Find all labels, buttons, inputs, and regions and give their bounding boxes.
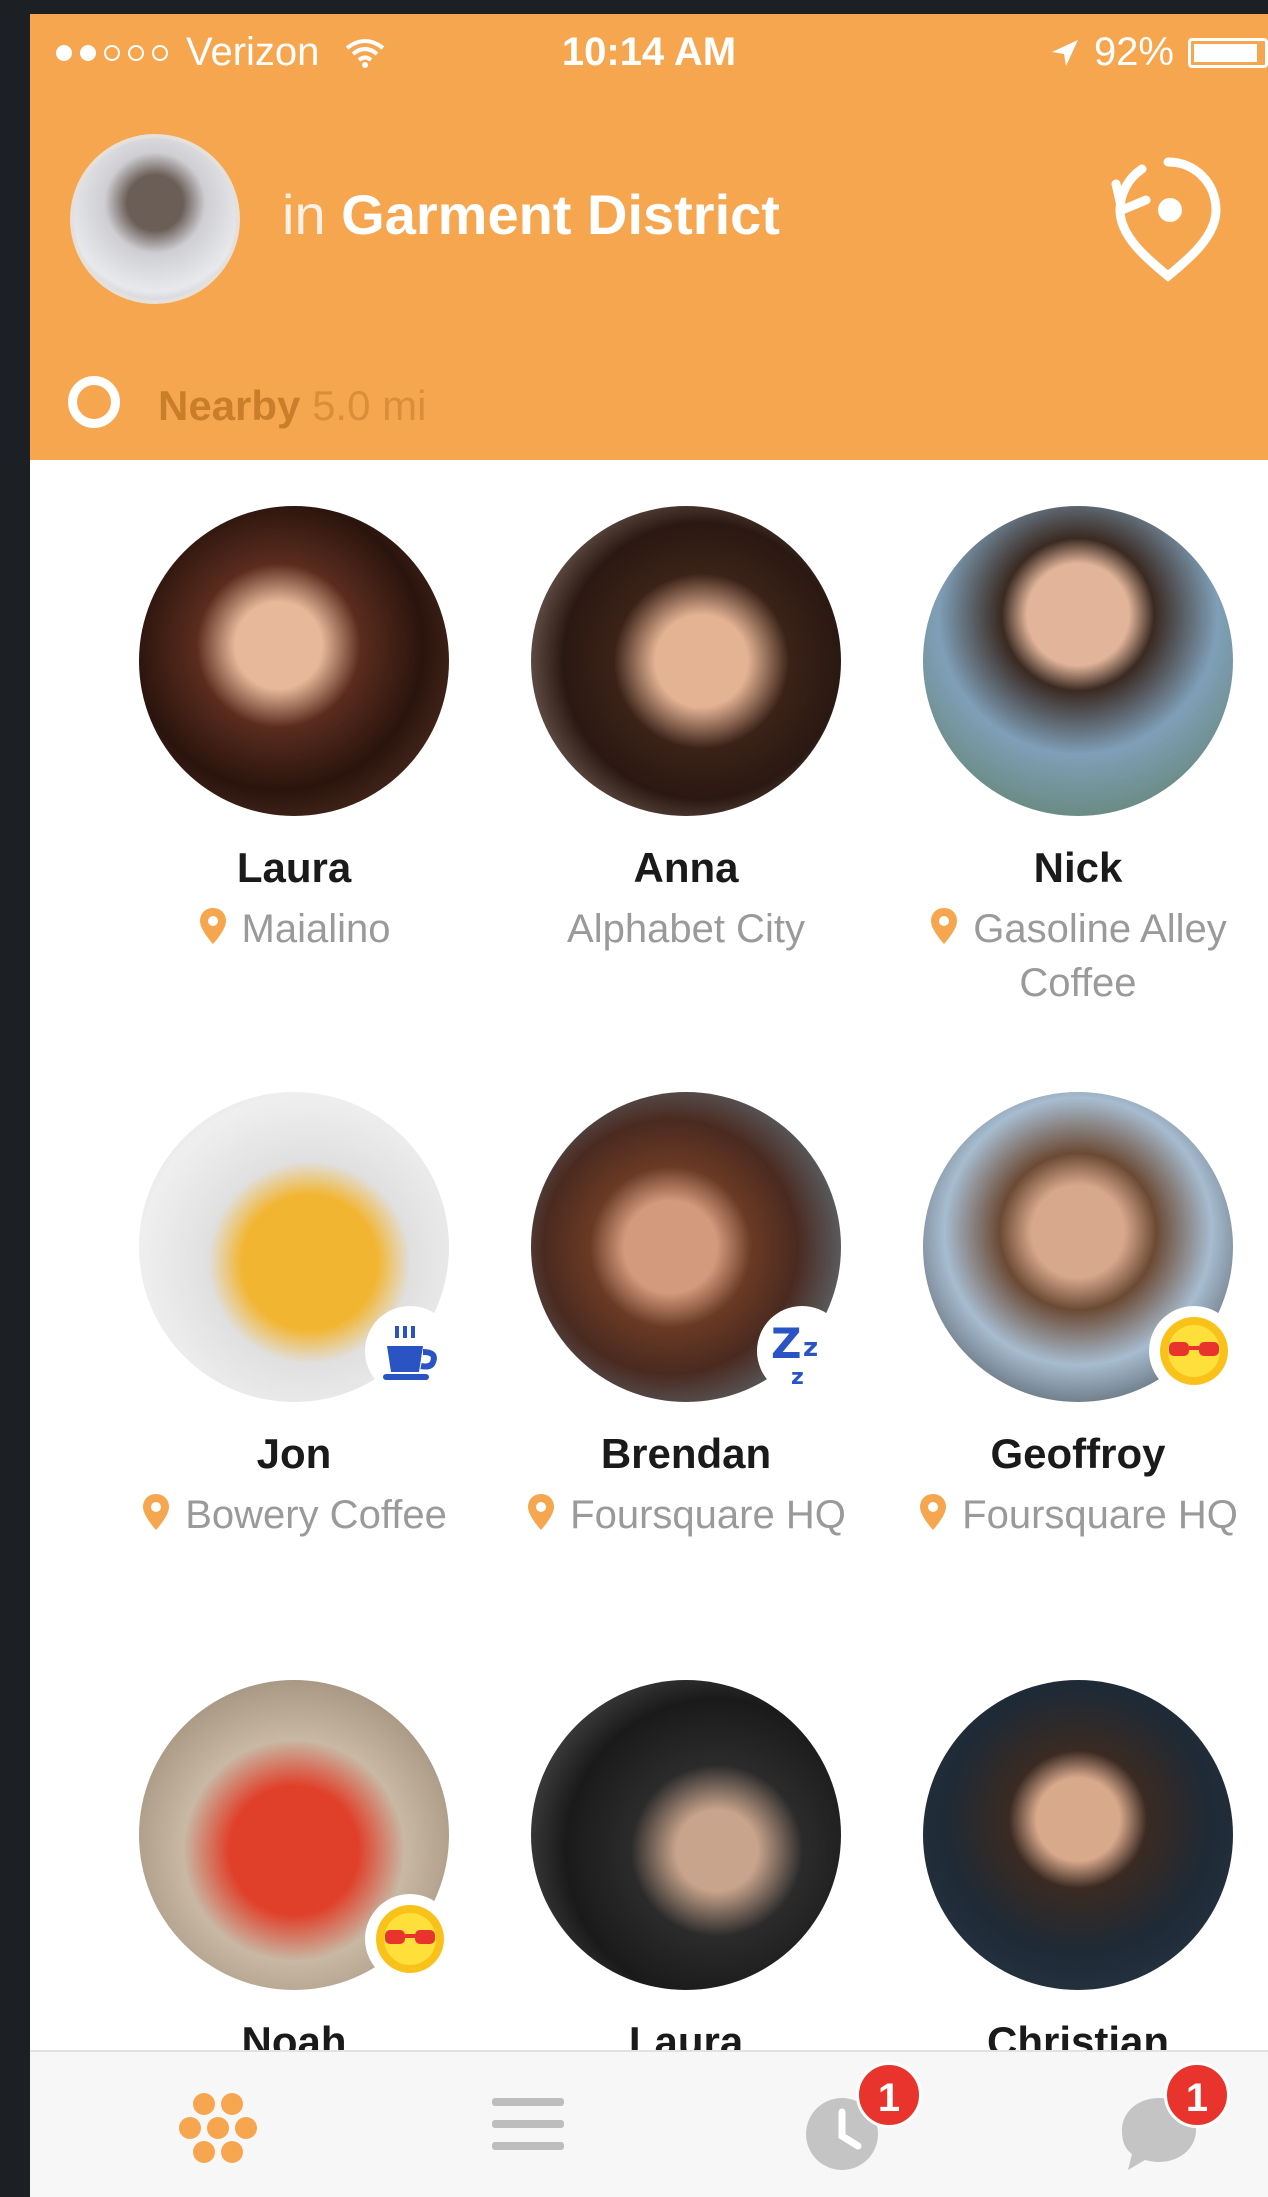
- location-pin-icon: [931, 908, 958, 944]
- friend-location-text: Foursquare HQ: [962, 1493, 1238, 1537]
- sunglasses-sun-icon: [1149, 1306, 1239, 1396]
- friend-location: Alphabet City: [506, 902, 866, 956]
- title-row: in Garment District: [30, 114, 1268, 304]
- friend-card[interactable]: Noah: [114, 1680, 474, 2066]
- location-pin-icon: [199, 908, 226, 944]
- friend-card[interactable]: Anna Alphabet City: [506, 506, 866, 956]
- messages-count-badge: 1: [1164, 2062, 1230, 2128]
- tab-bar: 1 1: [30, 2050, 1268, 2197]
- friend-location-text: Gasoline Alley Coffee: [973, 907, 1227, 1005]
- friend-location-text: Maialino: [241, 907, 391, 951]
- svg-text:z: z: [803, 1333, 818, 1363]
- friend-card[interactable]: Z z z Brendan Foursquare HQ: [506, 1092, 866, 1542]
- svg-text:z: z: [791, 1365, 804, 1390]
- device-frame-top: [0, 0, 1268, 14]
- location-pin-icon: [528, 1494, 555, 1530]
- friend-location: Maialino: [114, 902, 474, 956]
- svg-text:Z: Z: [771, 1319, 801, 1368]
- filter-nearby: Nearby: [158, 382, 301, 429]
- status-right: 92%: [1050, 30, 1268, 75]
- friend-location-text: Bowery Coffee: [185, 1493, 447, 1537]
- location-pin-icon: [920, 1494, 947, 1530]
- header: Verizon 10:14 AM 92% in Garment District…: [30, 14, 1268, 460]
- battery-icon: [1188, 37, 1268, 68]
- friend-avatar[interactable]: [139, 1092, 455, 1402]
- friend-card[interactable]: Jon Bowery Coffee: [114, 1092, 474, 1542]
- friend-card[interactable]: Nick Gasoline Alley Coffee: [898, 506, 1258, 1010]
- device-frame-left: [0, 0, 30, 2197]
- friend-location: Gasoline Alley Coffee: [898, 902, 1258, 1010]
- current-location-title[interactable]: in Garment District: [282, 182, 780, 247]
- friend-avatar[interactable]: [139, 1680, 455, 1990]
- friend-avatar[interactable]: [923, 506, 1233, 816]
- friend-avatar[interactable]: [923, 1680, 1233, 1990]
- location-arrow-icon: [1051, 39, 1078, 66]
- friend-name: Nick: [1033, 844, 1123, 891]
- battery-percent: 92%: [1093, 30, 1174, 74]
- tab-history[interactable]: 1: [760, 2052, 922, 2197]
- profile-avatar[interactable]: [70, 134, 240, 304]
- filter-label: Nearby 5.0 mi: [158, 382, 426, 430]
- location-prefix: in: [282, 183, 326, 246]
- list-icon: [492, 2098, 564, 2150]
- friend-location: Foursquare HQ: [506, 1488, 866, 1542]
- friend-name: Anna: [633, 844, 739, 891]
- friend-card[interactable]: Laura: [506, 1680, 866, 2066]
- friend-avatar[interactable]: [531, 1680, 841, 1990]
- tab-messages[interactable]: 1: [1074, 2052, 1234, 2197]
- friend-card[interactable]: Christian: [898, 1680, 1258, 2066]
- friend-card[interactable]: Geoffroy Foursquare HQ: [898, 1092, 1258, 1542]
- friend-location-text: Alphabet City: [567, 907, 805, 951]
- friend-card[interactable]: Laura Maialino: [114, 506, 474, 956]
- friend-avatar[interactable]: [923, 1092, 1239, 1402]
- friend-avatar[interactable]: [531, 506, 841, 816]
- sunglasses-sun-icon: [365, 1894, 455, 1984]
- checkin-pin-icon[interactable]: [1108, 154, 1228, 284]
- location-pin-icon: [143, 1494, 170, 1530]
- filter-distance: 5.0 mi: [312, 382, 427, 429]
- friend-avatar[interactable]: [139, 506, 449, 816]
- friend-location: Bowery Coffee: [114, 1488, 474, 1542]
- coffee-icon: [365, 1306, 455, 1396]
- nearby-filter[interactable]: Nearby 5.0 mi: [30, 340, 1268, 460]
- friends-grid: Laura Maialino Anna Alphabet City Nick G…: [30, 460, 1268, 2065]
- history-count-badge: 1: [856, 2062, 922, 2128]
- friend-location-text: Foursquare HQ: [570, 1493, 846, 1537]
- friend-location: Foursquare HQ: [898, 1488, 1258, 1542]
- location-name: Garment District: [341, 183, 780, 246]
- honeycomb-icon: [179, 2093, 257, 2163]
- tab-list[interactable]: [448, 2052, 608, 2197]
- friend-name: Geoffroy: [990, 1430, 1166, 1477]
- tab-nearby[interactable]: [134, 2052, 294, 2197]
- status-bar: Verizon 10:14 AM 92%: [30, 14, 1268, 92]
- radius-radio[interactable]: [68, 376, 120, 428]
- friend-name: Brendan: [600, 1430, 772, 1477]
- app-screen: Verizon 10:14 AM 92% in Garment District…: [30, 14, 1268, 2197]
- friend-name: Laura: [236, 844, 352, 891]
- sleeping-zzz-icon: Z z z: [757, 1306, 847, 1396]
- friend-avatar[interactable]: Z z z: [531, 1092, 847, 1402]
- friend-name: Jon: [256, 1430, 332, 1477]
